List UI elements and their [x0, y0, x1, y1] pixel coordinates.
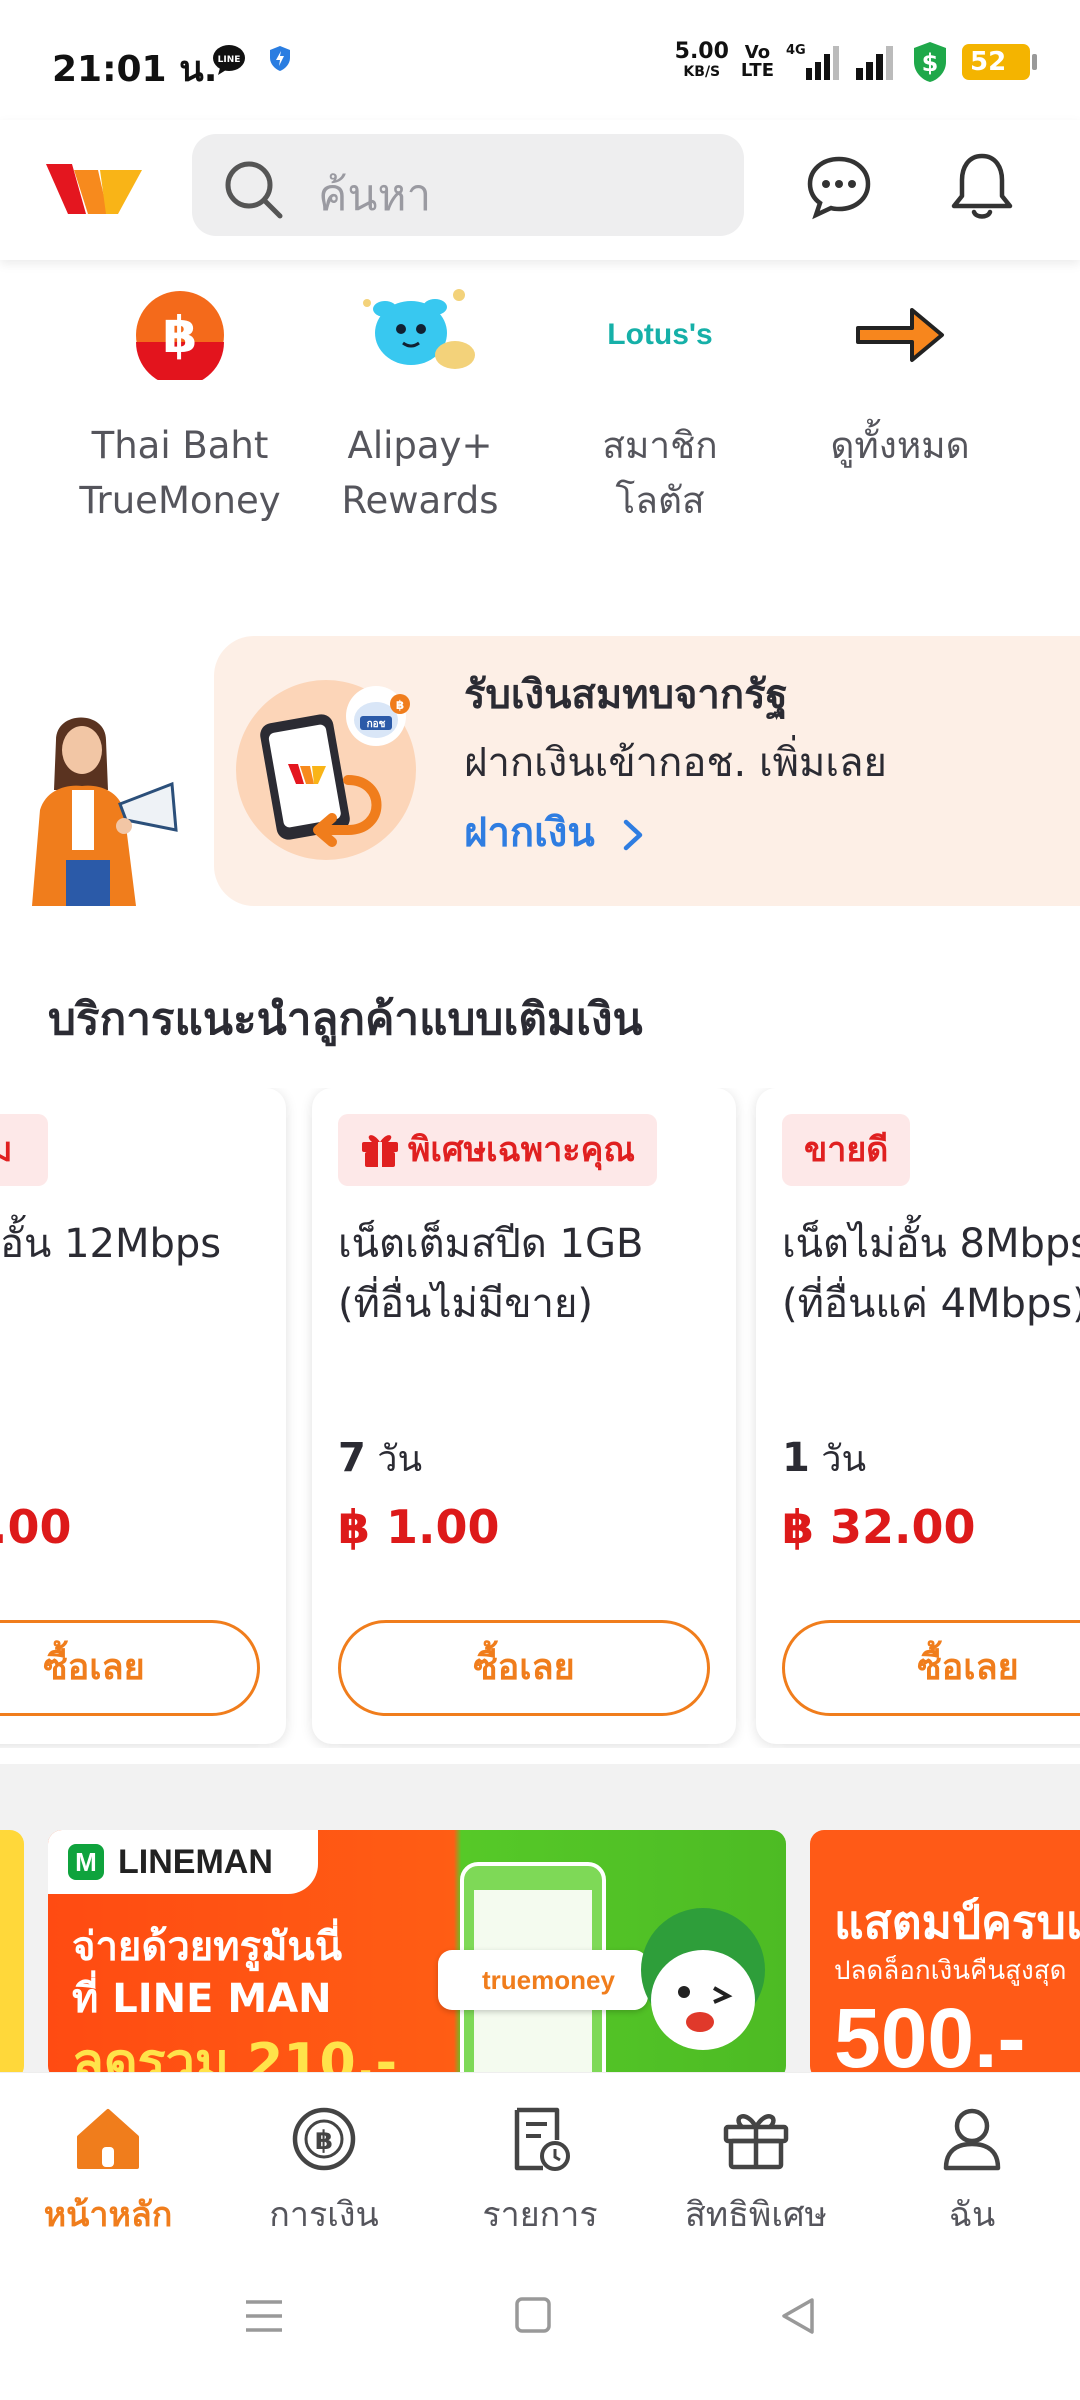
promo-subtitle: ฝากเงินเข้ากอช. เพิ่มเลย [464, 740, 887, 786]
buy-button[interactable]: ซื้อเลย [338, 1620, 710, 1716]
svg-text:LINE: LINE [218, 55, 241, 65]
search-icon [225, 161, 283, 219]
baht-circle-icon: ฿ [292, 2107, 356, 2171]
money-shield-icon: $ [914, 42, 946, 82]
svg-text:กอช: กอช [367, 719, 386, 730]
package-title: เน็ตเต็มสปีด 1GB (ที่อื่นไม่มีขาย) [338, 1221, 644, 1327]
package-carousel[interactable]: ม อั้น 12Mbps .00 ซื้อเลย พิเศษเฉพาะคุณ … [0, 1088, 1080, 1748]
nav-finance[interactable]: ฿ การเงิน [216, 2099, 432, 2241]
promo-title: รับเงินสมทบจากรัฐ [464, 672, 788, 718]
buy-button[interactable]: ซื้อเลย [0, 1620, 260, 1716]
ad-banner[interactable] [0, 1830, 24, 2072]
service-thai-baht-truemoney[interactable]: ฿ Thai Baht TrueMoney [60, 280, 300, 528]
status-time: 21:01 น. [52, 49, 218, 90]
baht-coin-icon: ฿ [136, 291, 224, 380]
package-badge: พิเศษเฉพาะคุณ [338, 1114, 657, 1186]
status-bar: 21:01 น. LINE 5.00 KB/S Vo LTE 4G $ 52 [0, 0, 1080, 120]
ad-banner-stamp[interactable]: แสตมป์ครบแ ปลดล็อกเงินคืนสูงสุด 500.- [810, 1830, 1080, 2072]
quick-services: ฿ Thai Baht TrueMoney Alipay+ Rewards Lo… [0, 270, 1080, 560]
package-card[interactable]: ม อั้น 12Mbps .00 ซื้อเลย [0, 1088, 286, 1744]
chevron-right-icon [623, 819, 642, 851]
nav-me[interactable]: ฉัน [864, 2099, 1080, 2241]
package-card[interactable]: พิเศษเฉพาะคุณ เน็ตเต็มสปีด 1GB (ที่อื่นไ… [312, 1088, 736, 1744]
gift-icon [723, 2114, 789, 2170]
receipt-icon [514, 2107, 570, 2171]
signal-icon [856, 46, 893, 80]
service-alipay-rewards[interactable]: Alipay+ Rewards [300, 280, 540, 528]
arrow-right-icon [856, 308, 944, 362]
mascot-image [641, 1908, 765, 2050]
svg-text:฿: ฿ [163, 306, 198, 364]
svg-text:฿: ฿ [315, 2126, 333, 2156]
truemoney-pill: truemoney [438, 1950, 648, 2010]
home-icon [77, 2109, 139, 2169]
back-icon[interactable] [780, 2296, 816, 2336]
volte-indicator: Vo LTE [740, 42, 774, 81]
lotus-logo: Lotus's [607, 318, 713, 351]
line-icon: LINE [213, 45, 245, 75]
system-nav-bar [0, 2232, 1080, 2400]
package-title: เน็ตไม่อั้น 8Mbps (ที่อื่นแค่ 4Mbps) [782, 1221, 1080, 1327]
buy-button[interactable]: ซื้อเลย [782, 1620, 1080, 1716]
chat-icon[interactable] [806, 154, 872, 220]
search-input[interactable]: ค้นหา [192, 134, 744, 236]
truemoney-logo[interactable] [44, 156, 144, 222]
package-badge: ขายดี [782, 1114, 911, 1186]
nav-privileges[interactable]: สิทธิพิเศษ [648, 2099, 864, 2241]
package-price: ฿ 32.00 [782, 1500, 976, 1554]
nav-transactions[interactable]: รายการ [432, 2099, 648, 2241]
user-icon [943, 2108, 1001, 2171]
bell-icon[interactable] [950, 150, 1014, 222]
package-price: .00 [0, 1500, 72, 1554]
app-header: ค้นหา [0, 120, 1080, 260]
battery-icon: 52 [962, 44, 1037, 80]
search-placeholder: ค้นหา [318, 170, 432, 221]
ad-banner-lineman[interactable]: M LINEMAN จ่ายด้วยทรูมันนี่ ที่ LINE MAN … [48, 1830, 786, 2072]
signal-icon: 4G [786, 43, 839, 80]
service-lotus-member[interactable]: Lotus's สมาชิก โลตัส [540, 280, 780, 528]
phone-deposit-icon: กอช ฿ [260, 686, 410, 847]
package-price: ฿ 1.00 [338, 1500, 500, 1554]
package-duration: 7 วัน [338, 1435, 423, 1481]
package-title: อั้น 12Mbps [0, 1221, 222, 1267]
svg-text:฿: ฿ [396, 698, 404, 712]
shield-icon [270, 46, 290, 71]
svg-text:$: $ [922, 49, 939, 77]
ad-carousel[interactable]: M LINEMAN จ่ายด้วยทรูมันนี่ ที่ LINE MAN … [0, 1764, 1080, 2072]
package-card[interactable]: ขายดี เน็ตไม่อั้น 8Mbps (ที่อื่นแค่ 4Mbp… [756, 1088, 1080, 1744]
gift-icon [362, 1134, 398, 1167]
lineman-logo: M LINEMAN [48, 1830, 318, 1894]
section-title: บริการแนะนำลูกค้าแบบเติมเงิน [48, 994, 643, 1045]
package-badge: ม [0, 1114, 48, 1186]
bottom-nav: หน้าหลัก ฿ การเงิน รายการ สิทธิพิเศษ ฉัน [0, 2072, 1080, 2235]
nav-home[interactable]: หน้าหลัก [0, 2099, 216, 2241]
megaphone-person-illustration [32, 717, 178, 906]
svg-text:4G: 4G [786, 43, 806, 58]
deposit-link[interactable]: ฝากเงิน [464, 800, 645, 864]
alipay-mascot-icon [363, 289, 475, 369]
home-square-icon[interactable] [514, 2296, 552, 2334]
service-view-all[interactable]: ดูทั้งหมด [780, 280, 1020, 473]
menu-icon[interactable] [244, 2296, 284, 2336]
promo-image: กอช ฿ [236, 680, 416, 860]
net-speed: 5.00 KB/S [674, 39, 729, 81]
package-duration: 1 วัน [782, 1435, 867, 1481]
